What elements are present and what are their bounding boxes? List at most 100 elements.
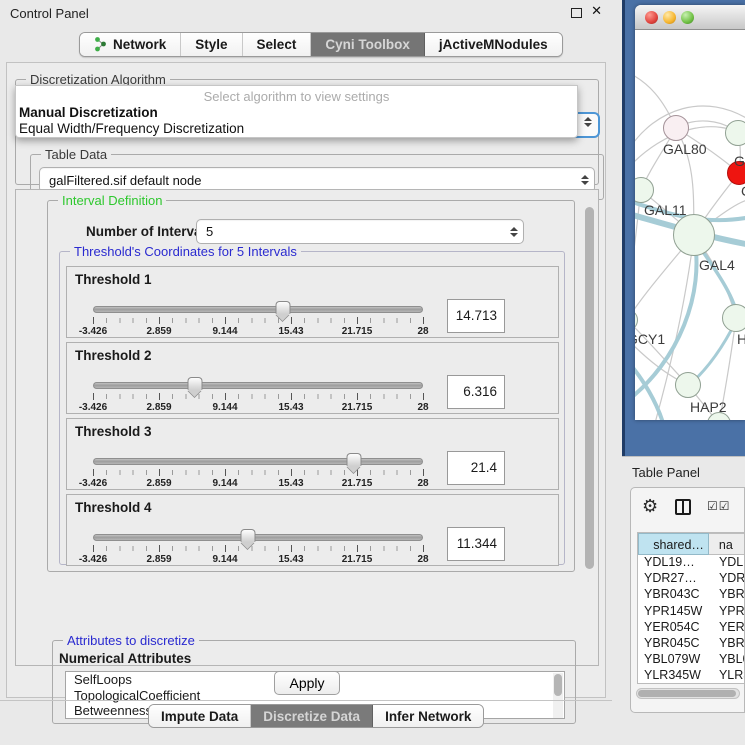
node-label-cut-right: GA — [734, 153, 745, 169]
algorithm-popup-hint: Select algorithm to view settings — [16, 86, 577, 105]
threshold-3-panel: Threshold 3 -3.426 2.859 9.144 15.43 21.… — [66, 418, 559, 490]
tab-select[interactable]: Select — [243, 33, 312, 56]
algorithm-option-manual-discretization[interactable]: Manual Discretization — [16, 105, 577, 121]
combo-down-arrow-icon — [584, 123, 592, 127]
node-hap2[interactable] — [675, 372, 701, 398]
combo-up-arrow-icon — [510, 227, 518, 231]
slider-minor-ticks — [93, 394, 424, 399]
threshold-3-value-field[interactable]: 21.4 — [447, 451, 505, 485]
table-toolbar: ⚙ ☑☑ — [631, 494, 745, 524]
slider-track[interactable] — [93, 306, 423, 313]
control-panel-title: Control Panel — [10, 6, 89, 21]
tick-label: 2.859 — [146, 554, 171, 565]
node-label-gal4: GAL4 — [699, 257, 735, 273]
threshold-1-slider[interactable]: -3.426 2.859 9.144 15.43 21.715 28 — [93, 301, 423, 337]
tab-jactivemnodules[interactable]: jActiveMNodules — [425, 33, 562, 56]
tick-label: 9.144 — [212, 554, 237, 565]
number-of-intervals-label: Number of Intervals — [86, 224, 213, 239]
threshold-1-panel: Threshold 1 -3.426 2.859 9.144 15.43 21.… — [66, 266, 559, 338]
slider-track[interactable] — [93, 458, 423, 465]
table-panel-body: ⚙ ☑☑ shared… na YDL19…YDL1 YDR27…YDR2 YB… — [630, 487, 745, 713]
table-row[interactable]: YBR045CYBR0 — [638, 636, 745, 652]
tick-label: -3.426 — [79, 326, 107, 337]
table-row[interactable]: YLR345WYLR3 — [638, 668, 745, 684]
float-window-icon[interactable] — [571, 8, 582, 18]
node-right[interactable] — [722, 304, 745, 332]
combo-up-arrow-icon — [584, 117, 592, 121]
node-attribute-table[interactable]: shared… na YDL19…YDL1 YDR27…YDR2 YBR043C… — [637, 532, 745, 684]
tick-label: 28 — [417, 326, 428, 337]
tick-label: 21.715 — [342, 402, 373, 413]
control-panel-titlebar: Control Panel ✕ — [0, 0, 612, 26]
column-header-name[interactable]: na — [709, 533, 745, 555]
threshold-4-value-field[interactable]: 11.344 — [447, 527, 505, 561]
tab-style[interactable]: Style — [181, 33, 242, 56]
table-panel: Table Panel ⚙ ☑☑ shared… na YDL19…YDL1 Y… — [622, 456, 745, 745]
tick-label: -3.426 — [79, 402, 107, 413]
settings-vertical-scrollbar[interactable] — [583, 193, 596, 661]
slider-track[interactable] — [93, 534, 423, 541]
network-canvas[interactable]: GAL80 GA GAL11 C GAL4 GCY1 H HAP2 — [635, 31, 745, 420]
table-header-row: shared… na — [638, 533, 745, 555]
tab-cyni-toolbox[interactable]: Cyni Toolbox — [311, 33, 425, 56]
close-icon[interactable]: ✕ — [591, 4, 602, 19]
zoom-traffic-light-icon[interactable] — [681, 11, 694, 24]
table-row[interactable]: YDR27…YDR2 — [638, 571, 745, 587]
slider-thumb[interactable] — [241, 529, 256, 542]
node-gal80[interactable] — [663, 115, 689, 141]
attributes-list-scrollbar[interactable] — [553, 673, 563, 719]
scrollbar-thumb[interactable] — [585, 207, 594, 569]
select-columns-icon[interactable]: ☑☑ — [707, 499, 731, 513]
combo-up-arrow-icon — [581, 175, 589, 179]
tick-label: 2.859 — [146, 478, 171, 489]
table-horizontal-scrollbar[interactable] — [636, 688, 740, 699]
tick-label: 28 — [417, 478, 428, 489]
thresholds-group: Threshold's Coordinates for 5 Intervals … — [59, 251, 565, 565]
node-label-cut-h: H — [737, 331, 745, 347]
threshold-4-slider[interactable]: -3.426 2.859 9.144 15.43 21.715 28 — [93, 529, 423, 565]
table-row[interactable]: YER054CYER0 — [638, 620, 745, 636]
apply-button[interactable]: Apply — [274, 671, 340, 695]
tab-discretize-data[interactable]: Discretize Data — [251, 705, 373, 727]
threshold-2-value-field[interactable]: 6.316 — [447, 375, 505, 409]
node-gal4[interactable] — [673, 214, 715, 256]
table-row[interactable]: YBL079WYBL0 — [638, 652, 745, 668]
tab-network[interactable]: Network — [80, 33, 181, 56]
minimize-traffic-light-icon[interactable] — [663, 11, 676, 24]
table-panel-title: Table Panel — [632, 465, 700, 480]
threshold-2-slider[interactable]: -3.426 2.859 9.144 15.43 21.715 28 — [93, 377, 423, 413]
node-top-right[interactable] — [725, 120, 745, 146]
threshold-2-panel: Threshold 2 -3.426 2.859 9.144 15.43 21.… — [66, 342, 559, 414]
split-columns-icon[interactable] — [675, 499, 691, 515]
number-of-intervals-value: 5 — [197, 224, 505, 239]
slider-thumb[interactable] — [346, 453, 361, 466]
slider-minor-ticks — [93, 546, 424, 551]
column-header-shared-name[interactable]: shared… — [638, 533, 709, 555]
interval-definition-title: Interval Definition — [58, 193, 166, 208]
interval-definition-group: Interval Definition Number of Intervals … — [47, 200, 575, 572]
algorithm-option-equal-width-frequency[interactable]: Equal Width/Frequency Discretization — [16, 121, 577, 137]
close-traffic-light-icon[interactable] — [645, 11, 658, 24]
tab-impute-data[interactable]: Impute Data — [149, 705, 251, 727]
network-window-titlebar[interactable] — [635, 5, 745, 30]
table-row[interactable]: YBR043CYBR0 — [638, 587, 745, 603]
node-label-gal11: GAL11 — [644, 202, 687, 218]
node-label-hap2: HAP2 — [690, 399, 727, 415]
table-row[interactable]: YPR145WYPR1 — [638, 604, 745, 620]
slider-minor-ticks — [93, 318, 424, 323]
slider-thumb[interactable] — [188, 377, 203, 390]
threshold-1-value-field[interactable]: 14.713 — [447, 299, 505, 333]
threshold-3-slider[interactable]: -3.426 2.859 9.144 15.43 21.715 28 — [93, 453, 423, 489]
slider-thumb[interactable] — [276, 301, 291, 314]
slider-track[interactable] — [93, 382, 423, 389]
table-row[interactable]: YDL19…YDL1 — [638, 555, 745, 571]
gear-icon[interactable]: ⚙ — [642, 496, 658, 517]
table-data-value: galFiltered.sif default node — [40, 173, 576, 188]
bottom-tabbar: Impute Data Discretize Data Infer Networ… — [148, 704, 484, 728]
tab-infer-network[interactable]: Infer Network — [373, 705, 483, 727]
number-of-intervals-combobox[interactable]: 5 — [196, 219, 524, 244]
network-icon — [94, 37, 107, 52]
scrollbar-thumb[interactable] — [638, 690, 736, 697]
tick-label: 21.715 — [342, 554, 373, 565]
thresholds-group-title: Threshold's Coordinates for 5 Intervals — [70, 244, 301, 259]
